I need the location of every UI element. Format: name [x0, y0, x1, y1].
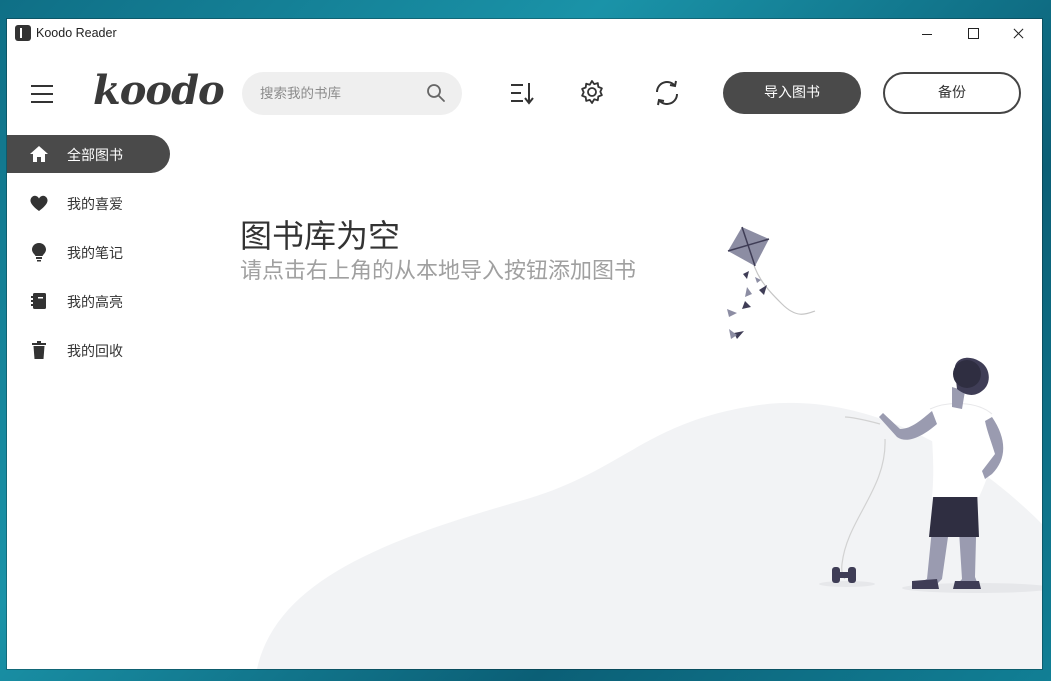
sidebar-item-label: 我的高亮 — [67, 295, 123, 311]
sidebar-item-trash[interactable]: 我的回收 — [7, 331, 170, 369]
sidebar-item-label: 我的笔记 — [67, 246, 123, 262]
sidebar-item-label: 全部图书 — [67, 148, 123, 164]
koodo-app-icon — [15, 25, 31, 41]
app-window: Koodo Reader koodo 导入图书 备份 全部图书 — [7, 19, 1042, 669]
notebook-icon — [31, 293, 46, 309]
maximize-button[interactable] — [950, 19, 996, 49]
minimize-button[interactable] — [904, 19, 950, 49]
backup-button[interactable]: 备份 — [883, 72, 1021, 114]
search-box[interactable] — [242, 72, 462, 115]
menu-icon[interactable] — [31, 85, 53, 103]
sidebar-item-label: 我的回收 — [67, 344, 123, 360]
sort-icon[interactable] — [507, 78, 537, 108]
sidebar-item-label: 我的喜爱 — [67, 197, 123, 213]
trash-icon — [32, 341, 46, 359]
title-bar: Koodo Reader — [7, 19, 1042, 49]
sync-icon[interactable] — [652, 78, 682, 108]
sidebar-item-all-books[interactable]: 全部图书 — [7, 135, 170, 173]
sidebar-item-favorites[interactable]: 我的喜爱 — [7, 184, 170, 222]
close-button[interactable] — [996, 19, 1042, 49]
search-icon[interactable] — [426, 83, 446, 103]
search-input[interactable] — [260, 84, 420, 104]
home-icon — [30, 146, 48, 162]
lightbulb-icon — [32, 243, 46, 262]
gear-icon[interactable] — [577, 78, 607, 108]
app-logo: koodo — [93, 67, 225, 114]
empty-library-title: 图书库为空 — [240, 217, 401, 255]
import-books-button[interactable]: 导入图书 — [723, 72, 861, 114]
sidebar-item-highlights[interactable]: 我的高亮 — [7, 282, 170, 320]
empty-library-description: 请点击右上角的从本地导入按钮添加图书 — [240, 259, 637, 284]
window-title: Koodo Reader — [36, 26, 117, 40]
sidebar-item-notes[interactable]: 我的笔记 — [7, 233, 170, 271]
heart-icon — [30, 195, 48, 211]
